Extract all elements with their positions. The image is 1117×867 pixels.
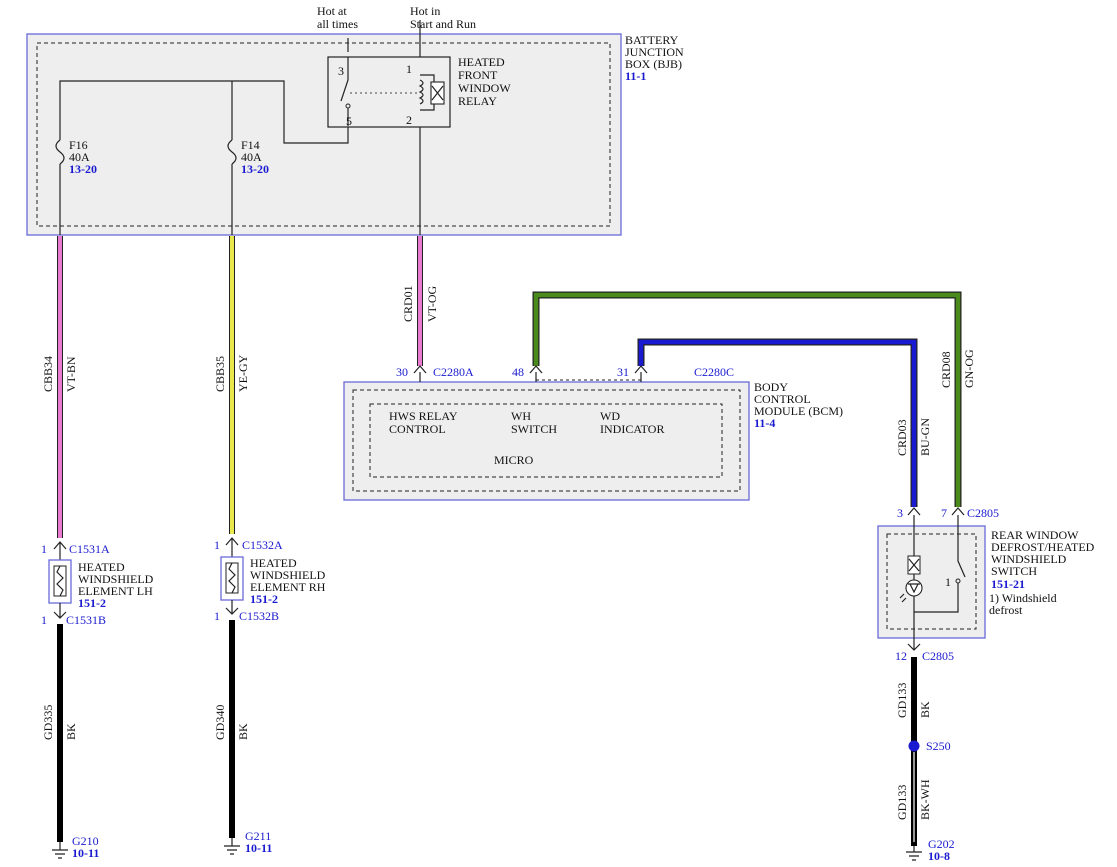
wire-gd133-upper-circuit: GD133	[895, 683, 909, 718]
rh-ref: 151-2	[250, 592, 278, 606]
bcm-wd-label-2: INDICATOR	[600, 422, 664, 436]
rh-bottom-connector: C1532B	[239, 609, 279, 623]
lh-ref: 151-2	[78, 596, 106, 610]
wire-cbb34-color: VT-BN	[64, 356, 78, 392]
hot-at-all-times-label-1: Hot at	[317, 4, 347, 18]
wire-crd08-circuit: CRD08	[939, 351, 953, 388]
bcm-wh-label-1: WH	[511, 409, 531, 423]
battery-junction-box[interactable]	[26, 33, 622, 236]
wiring-diagram: Hot at all times Hot in Start and Run BA…	[26, 4, 1095, 863]
bcm-connector-c2280c: C2280C	[694, 365, 734, 379]
bjb-ref: 11-1	[625, 69, 646, 83]
relay-name-line-1: HEATED	[458, 55, 505, 69]
lh-bottom-pin: 1	[41, 613, 47, 627]
switch-bottom-pin: 12	[895, 649, 907, 663]
switch-connector-c2805: C2805	[967, 506, 999, 520]
wire-crd08-color: GN-OG	[962, 349, 976, 388]
wire-crd01-circuit: CRD01	[401, 285, 415, 322]
body-control-module[interactable]	[343, 381, 750, 501]
fuse-f16-ref: 13-20	[69, 162, 97, 176]
relay-name-line-4: RELAY	[458, 94, 497, 108]
relay-pin-3: 3	[338, 64, 344, 78]
relay-pin-5: 5	[346, 114, 352, 128]
rh-bottom-pin: 1	[214, 609, 220, 623]
switch-contact-label: 1	[945, 575, 951, 589]
wire-gd335-color: BK	[64, 723, 78, 740]
bcm-hws-label-1: HWS RELAY	[389, 409, 458, 423]
bcm-micro-label: MICRO	[494, 453, 534, 467]
wire-crd03-color: BU-GN	[918, 418, 932, 456]
ground-g211-ref: 10-11	[245, 841, 272, 855]
wire-gd335-circuit: GD335	[41, 705, 55, 740]
relay-pin-1: 1	[406, 62, 412, 76]
ground-g211-icon	[224, 838, 240, 855]
ground-g202-icon	[906, 846, 922, 861]
wire-cbb35-circuit: CBB35	[213, 356, 227, 392]
fuse-f14-ref: 13-20	[241, 162, 269, 176]
switch-name-line-4: SWITCH	[991, 564, 1037, 578]
bcm-pin-31: 31	[617, 365, 629, 379]
switch-note-line-2: defrost	[989, 603, 1023, 617]
fuse-f16-icon	[52, 139, 68, 165]
relay-name-line-2: FRONT	[458, 68, 498, 82]
switch-pin-7: 7	[941, 506, 947, 520]
lh-top-connector: C1531A	[69, 542, 110, 556]
fuse-f14-icon	[224, 139, 240, 165]
heated-windshield-element-lh[interactable]	[48, 541, 72, 619]
wire-crd01-color: VT-OG	[425, 285, 439, 322]
bcm-pin-30: 30	[396, 365, 408, 379]
wire-cbb35-color: YE-GY	[236, 354, 250, 392]
wire-cbb34-circuit: CBB34	[41, 356, 55, 392]
switch-ref: 151-21	[991, 577, 1025, 591]
relay-pin-2: 2	[406, 113, 412, 127]
wire-gd133-lower-color: BK-WH	[918, 779, 932, 820]
wire-gd340-circuit: GD340	[213, 705, 227, 740]
hot-in-start-run-label-1: Hot in	[410, 4, 440, 18]
rear-window-defrost-switch[interactable]	[877, 507, 986, 651]
wire-gd133-upper-color: BK	[918, 701, 932, 718]
wire-gd340-color: BK	[236, 723, 250, 740]
switch-pin-3: 3	[897, 506, 903, 520]
bcm-wd-label-1: WD	[600, 409, 620, 423]
splice-s250-icon	[908, 740, 920, 752]
wire-crd03-circuit: CRD03	[895, 419, 909, 456]
heated-windshield-element-rh[interactable]	[220, 537, 244, 615]
bcm-ref: 11-4	[754, 416, 775, 430]
bcm-pin-48: 48	[512, 365, 524, 379]
rh-top-connector: C1532A	[242, 538, 283, 552]
relay-name-line-3: WINDOW	[458, 81, 511, 95]
ground-g210-icon	[52, 842, 68, 859]
hot-at-all-times-label-2: all times	[317, 17, 358, 31]
lh-top-pin: 1	[41, 542, 47, 556]
rh-top-pin: 1	[214, 538, 220, 552]
bcm-wh-label-2: SWITCH	[511, 422, 557, 436]
switch-bottom-connector: C2805	[922, 649, 954, 663]
ground-g202-ref: 10-8	[928, 849, 950, 863]
bcm-connector-c2280a: C2280A	[433, 365, 474, 379]
ground-g210-ref: 10-11	[72, 846, 99, 860]
lh-bottom-connector: C1531B	[66, 613, 106, 627]
bcm-hws-label-2: CONTROL	[389, 422, 446, 436]
wire-gd133-lower-circuit: GD133	[895, 785, 909, 820]
splice-s250-label: S250	[926, 739, 951, 753]
